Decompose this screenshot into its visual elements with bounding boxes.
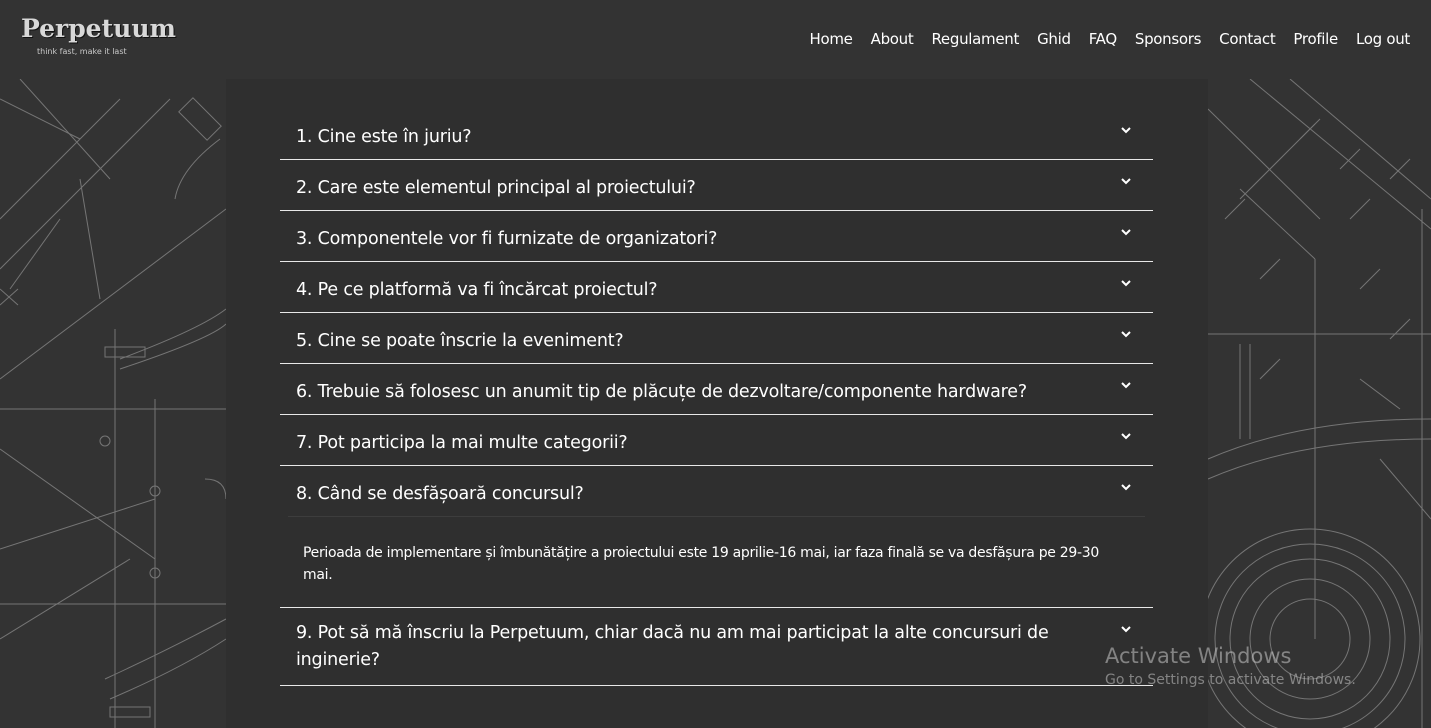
windows-activation-watermark: Activate Windows Go to Settings to activ… xyxy=(1105,644,1356,688)
main-nav: Home About Regulament Ghid FAQ Sponsors … xyxy=(792,30,1411,48)
site-header: Perpetuum think fast, make it last Home … xyxy=(0,0,1431,79)
nav-home[interactable]: Home xyxy=(810,30,853,48)
faq-item[interactable]: 1. Cine este în juriu? xyxy=(280,109,1153,160)
faq-question[interactable]: 1. Cine este în juriu? xyxy=(280,109,1153,159)
faq-question[interactable]: 3. Componentele vor fi furnizate de orga… xyxy=(280,211,1153,261)
faq-question-text: 7. Pot participa la mai multe categorii? xyxy=(296,433,628,453)
chevron-down-icon[interactable] xyxy=(1119,429,1133,443)
faq-item[interactable]: 4. Pe ce platformă va fi încărcat proiec… xyxy=(280,262,1153,313)
faq-question-text: 3. Componentele vor fi furnizate de orga… xyxy=(296,229,718,249)
faq-item[interactable]: 5. Cine se poate înscrie la eveniment? xyxy=(280,313,1153,364)
nav-ghid[interactable]: Ghid xyxy=(1037,30,1071,48)
faq-question-text: 4. Pe ce platformă va fi încărcat proiec… xyxy=(296,280,658,300)
nav-profile[interactable]: Profile xyxy=(1293,30,1338,48)
faq-question-text: 9. Pot să mă înscriu la Perpetuum, chiar… xyxy=(296,623,1049,670)
faq-question[interactable]: 8. Când se desfășoară concursul? xyxy=(280,466,1153,516)
faq-question[interactable]: 5. Cine se poate înscrie la eveniment? xyxy=(280,313,1153,363)
faq-question-text: 1. Cine este în juriu? xyxy=(296,127,472,147)
chevron-down-icon[interactable] xyxy=(1119,174,1133,188)
logo[interactable]: Perpetuum think fast, make it last xyxy=(21,14,176,56)
chevron-down-icon[interactable] xyxy=(1119,622,1133,636)
chevron-down-icon[interactable] xyxy=(1119,378,1133,392)
faq-question[interactable]: 7. Pot participa la mai multe categorii? xyxy=(280,415,1153,465)
chevron-down-icon[interactable] xyxy=(1119,327,1133,341)
faq-item[interactable]: 2. Care este elementul principal al proi… xyxy=(280,160,1153,211)
faq-question[interactable]: 4. Pe ce platformă va fi încărcat proiec… xyxy=(280,262,1153,312)
faq-question-text: 2. Care este elementul principal al proi… xyxy=(296,178,696,198)
faq-question-text: 8. Când se desfășoară concursul? xyxy=(296,484,584,504)
faq-question-text: 5. Cine se poate înscrie la eveniment? xyxy=(296,331,624,351)
chevron-down-icon[interactable] xyxy=(1119,480,1133,494)
nav-faq[interactable]: FAQ xyxy=(1089,30,1117,48)
nav-sponsors[interactable]: Sponsors xyxy=(1135,30,1202,48)
nav-log-out[interactable]: Log out xyxy=(1356,30,1410,48)
faq-question-text: 6. Trebuie să folosesc un anumit tip de … xyxy=(296,382,1027,402)
nav-contact[interactable]: Contact xyxy=(1219,30,1276,48)
faq-item[interactable]: 3. Componentele vor fi furnizate de orga… xyxy=(280,211,1153,262)
faq-item[interactable]: 9. Pot să mă înscriu la Perpetuum, chiar… xyxy=(280,608,1153,686)
chevron-down-icon[interactable] xyxy=(1119,276,1133,290)
watermark-title: Activate Windows xyxy=(1105,644,1292,668)
faq-item[interactable]: 7. Pot participa la mai multe categorii? xyxy=(280,415,1153,466)
chevron-down-icon[interactable] xyxy=(1119,225,1133,239)
faq-panel: 1. Cine este în juriu? 2. Care este elem… xyxy=(226,79,1208,728)
logo-tagline: think fast, make it last xyxy=(37,47,127,56)
faq-list: 1. Cine este în juriu? 2. Care este elem… xyxy=(280,109,1153,686)
chevron-down-icon[interactable] xyxy=(1119,123,1133,137)
faq-item-expanded[interactable]: 8. Când se desfășoară concursul? Perioad… xyxy=(280,466,1153,608)
watermark-subtitle: Go to Settings to activate Windows. xyxy=(1105,672,1356,688)
faq-question[interactable]: 6. Trebuie să folosesc un anumit tip de … xyxy=(280,364,1153,414)
faq-answer: Perioada de implementare și îmbunătățire… xyxy=(288,516,1145,607)
nav-regulament[interactable]: Regulament xyxy=(931,30,1019,48)
nav-about[interactable]: About xyxy=(871,30,914,48)
faq-item[interactable]: 6. Trebuie să folosesc un anumit tip de … xyxy=(280,364,1153,415)
logo-title: Perpetuum xyxy=(21,14,176,43)
faq-question[interactable]: 9. Pot să mă înscriu la Perpetuum, chiar… xyxy=(280,608,1153,685)
faq-question[interactable]: 2. Care este elementul principal al proi… xyxy=(280,160,1153,210)
